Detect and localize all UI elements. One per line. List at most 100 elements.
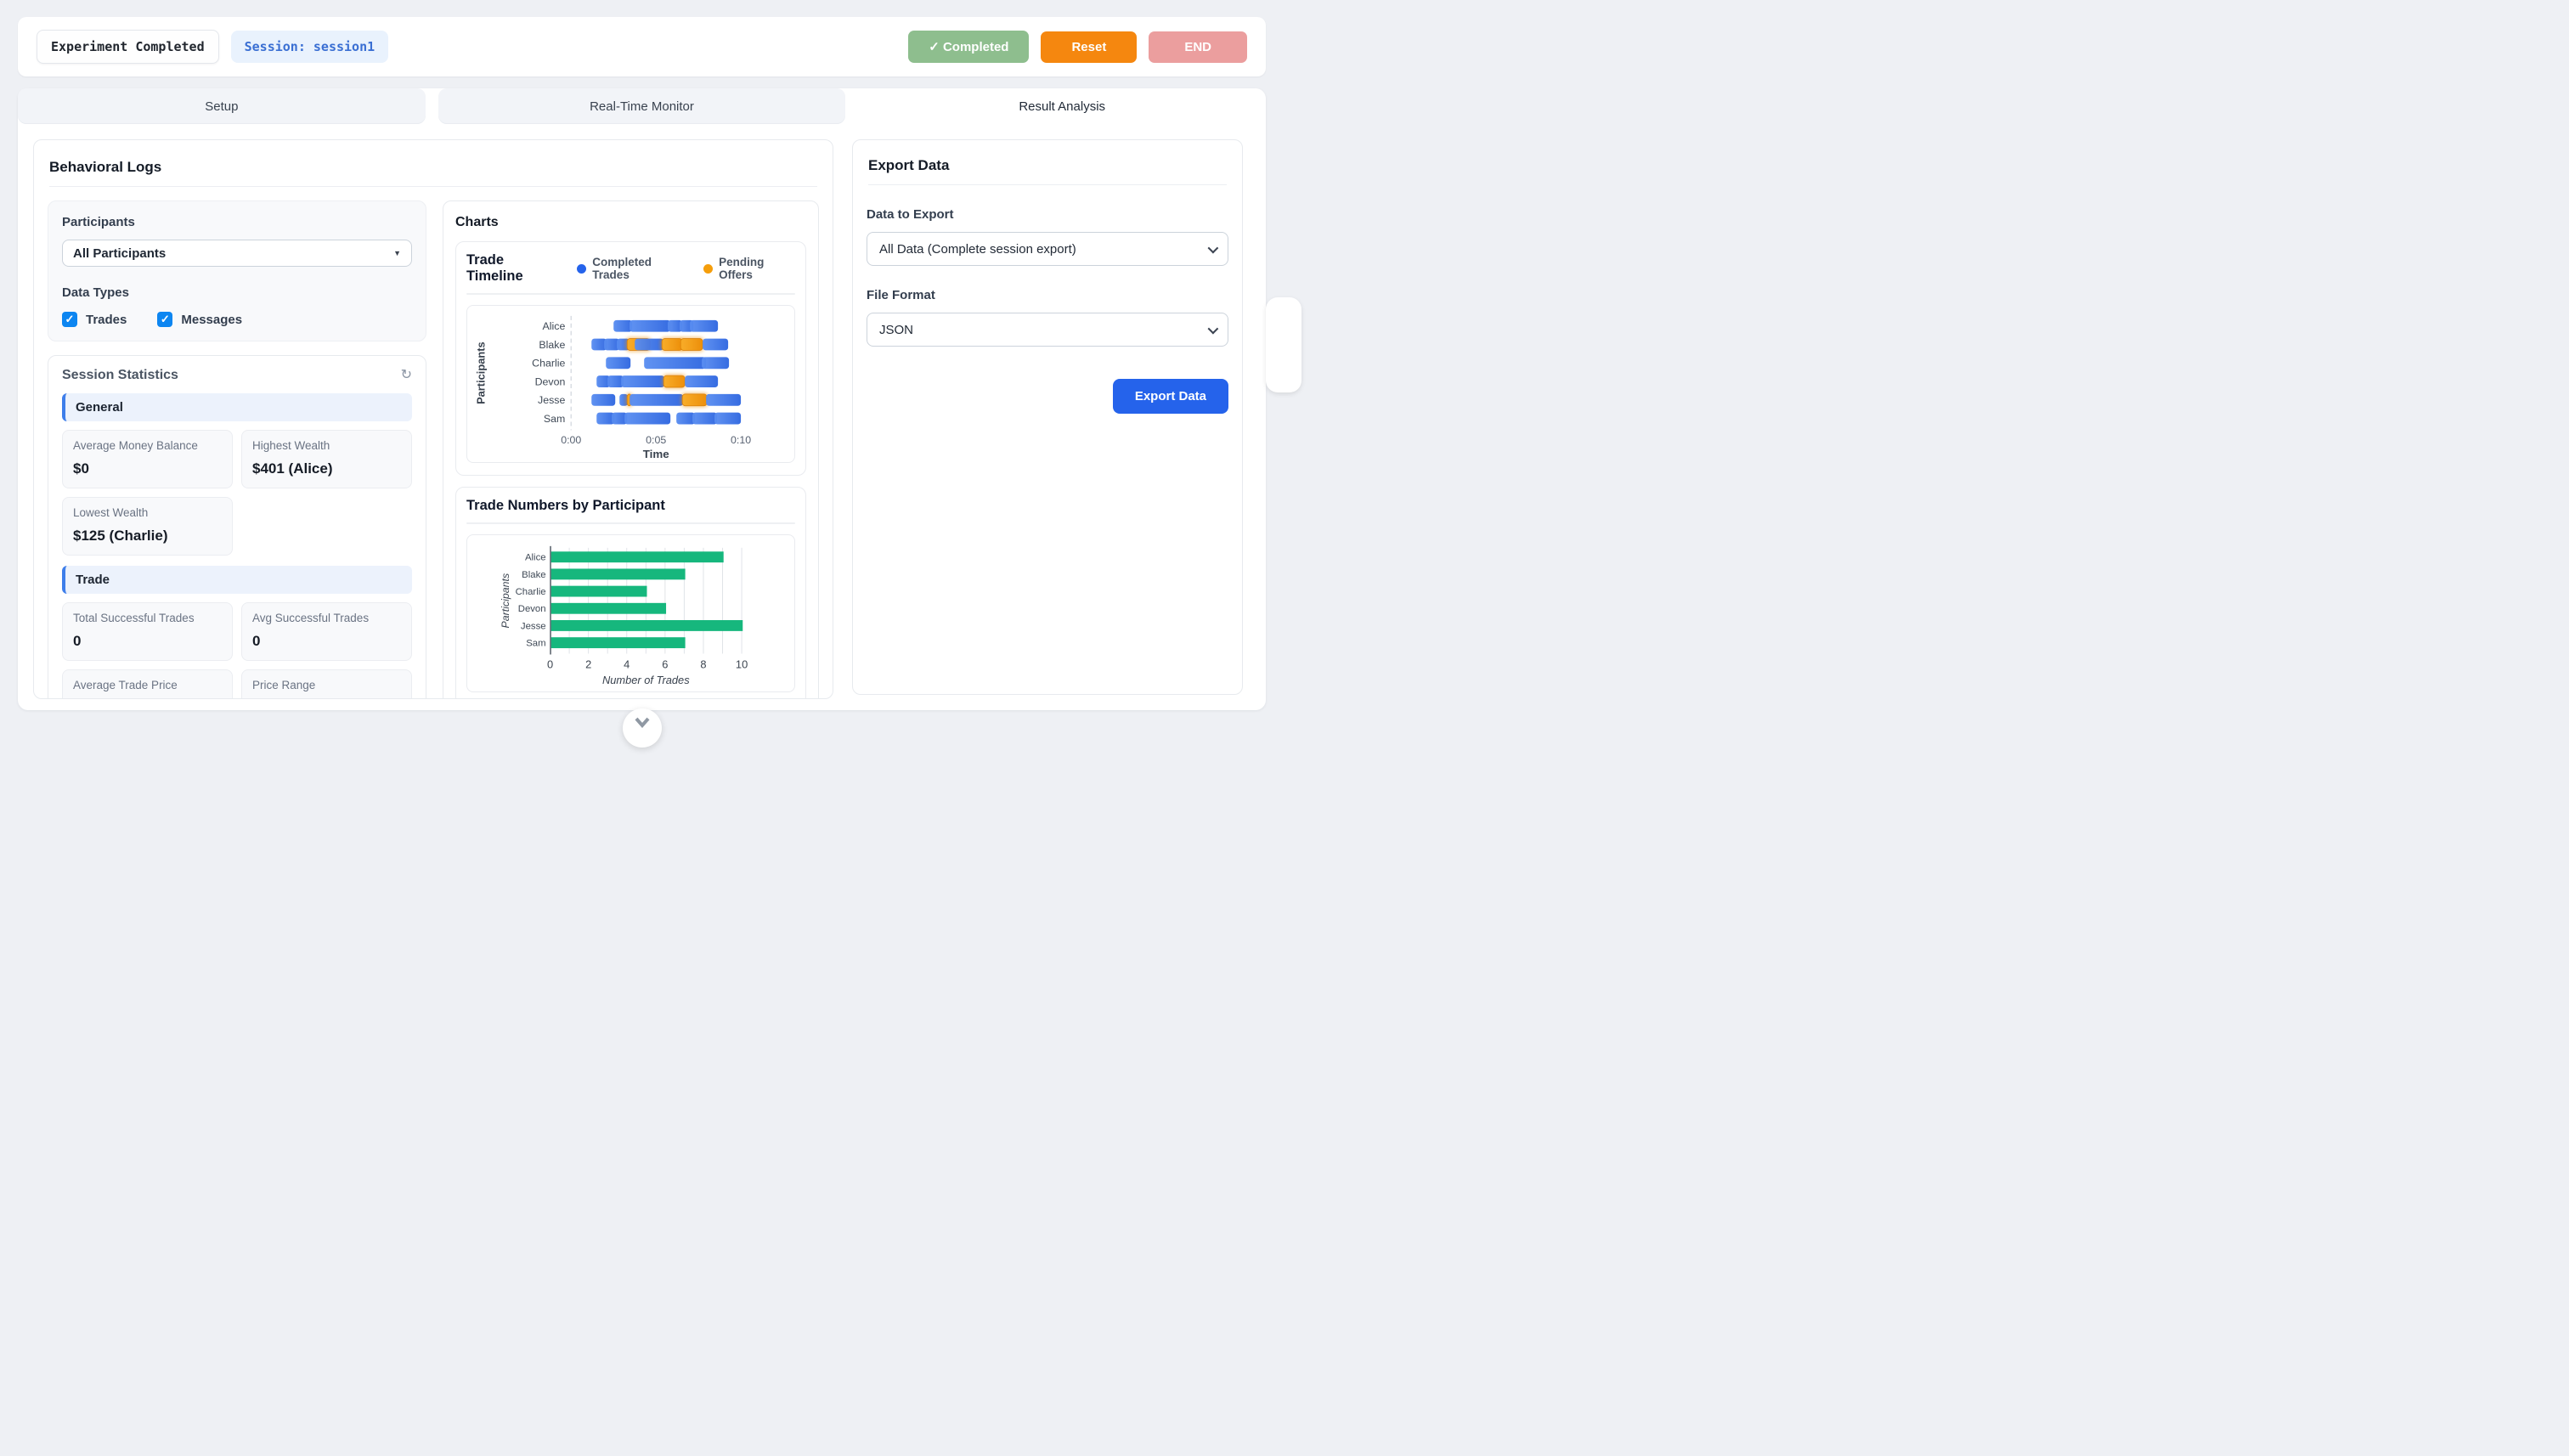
data-to-export-select[interactable]: All Data (Complete session export)	[867, 232, 1228, 266]
divider	[49, 186, 817, 187]
scroll-down-button[interactable]	[623, 708, 662, 748]
svg-text:Sam: Sam	[526, 639, 545, 649]
legend-label: Pending Offers	[719, 256, 795, 281]
session-statistics-title: Session Statistics	[62, 368, 178, 383]
legend-completed-trades: Completed Trades	[577, 256, 685, 281]
svg-text:Number of Trades: Number of Trades	[602, 674, 690, 686]
data-types-label: Data Types	[62, 285, 412, 300]
participants-filter-box: Participants All Participants ▼ Data Typ…	[48, 200, 426, 341]
stat-value: $0	[73, 460, 222, 477]
reset-button[interactable]: Reset	[1041, 31, 1137, 63]
stat-price-range: Price Range $0 - $0	[241, 669, 412, 699]
stat-value: 0	[73, 633, 222, 650]
file-format-select[interactable]: JSON	[867, 313, 1228, 347]
stat-highest-wealth: Highest Wealth $401 (Alice)	[241, 430, 412, 488]
messages-checkbox-label: Messages	[181, 313, 242, 327]
trades-checkbox-label: Trades	[86, 313, 127, 327]
stat-value: 0	[252, 633, 401, 650]
charts-card: Charts Trade Timeline Completed Trades P…	[443, 200, 819, 699]
svg-text:Charlie: Charlie	[532, 358, 565, 370]
trade-timeline-title: Trade Timeline	[466, 252, 558, 285]
main-panel: Setup Real-Time Monitor Result Analysis …	[18, 88, 1266, 710]
svg-text:8: 8	[700, 657, 706, 670]
svg-text:0:10: 0:10	[731, 434, 751, 446]
svg-text:0: 0	[547, 657, 553, 670]
svg-text:Alice: Alice	[543, 320, 566, 332]
svg-text:2: 2	[585, 657, 591, 670]
svg-text:0:00: 0:00	[561, 434, 581, 446]
export-data-title: Export Data	[868, 157, 1227, 174]
session-badge: Session: session1	[231, 31, 389, 63]
stat-avg-successful-trades: Avg Successful Trades 0	[241, 602, 412, 661]
stat-label: Highest Wealth	[252, 439, 401, 452]
completed-trades-dot-icon	[577, 264, 586, 274]
svg-text:Alice: Alice	[525, 553, 546, 563]
svg-text:Sam: Sam	[544, 413, 565, 425]
svg-text:4: 4	[624, 657, 630, 670]
export-data-card: Export Data Data to Export All Data (Com…	[852, 139, 1243, 695]
stat-average-trade-price: Average Trade Price $37	[62, 669, 233, 699]
end-button[interactable]: END	[1149, 31, 1247, 63]
refresh-icon[interactable]: ↻	[401, 369, 412, 382]
chevron-down-icon	[1208, 242, 1219, 253]
divider	[868, 184, 1227, 185]
divider	[466, 522, 795, 524]
trade-numbers-chart-box: Alice Blake Charlie Devon Jesse Sam Participan…	[466, 534, 795, 692]
svg-text:6: 6	[662, 657, 668, 670]
experiment-status-badge: Experiment Completed	[37, 30, 219, 64]
trade-numbers-title: Trade Numbers by Participant	[466, 498, 665, 514]
legend-pending-offers: Pending Offers	[703, 256, 795, 281]
top-actions: ✓ Completed Reset END	[908, 31, 1247, 63]
data-to-export-value: All Data (Complete session export)	[879, 242, 1076, 257]
svg-text:Jesse: Jesse	[521, 621, 546, 631]
file-format-value: JSON	[879, 323, 913, 337]
session-statistics-card: Session Statistics ↻ General Average Mon…	[48, 355, 426, 699]
svg-text:Participants: Participants	[500, 573, 511, 629]
checkbox-checked-icon[interactable]: ✓	[157, 312, 172, 327]
trades-checkbox[interactable]: ✓ Trades	[62, 312, 127, 327]
checkbox-checked-icon[interactable]: ✓	[62, 312, 77, 327]
tab-real-time-monitor[interactable]: Real-Time Monitor	[438, 88, 846, 124]
completed-status-button[interactable]: ✓ Completed	[908, 31, 1029, 63]
stats-section-trade: Trade	[62, 566, 412, 594]
charts-title: Charts	[455, 215, 806, 230]
stat-label: Lowest Wealth	[73, 506, 222, 519]
svg-text:Time: Time	[643, 448, 669, 460]
tab-result-analysis[interactable]: Result Analysis	[858, 88, 1266, 124]
stat-lowest-wealth: Lowest Wealth $125 (Charlie)	[62, 497, 233, 556]
tab-setup[interactable]: Setup	[18, 88, 426, 124]
dropdown-arrow-icon: ▼	[393, 249, 401, 257]
file-format-label: File Format	[867, 288, 1228, 302]
top-bar: Experiment Completed Session: session1 ✓…	[18, 17, 1266, 76]
svg-text:Blake: Blake	[522, 570, 545, 580]
svg-text:Devon: Devon	[518, 604, 546, 614]
svg-text:Devon: Devon	[535, 375, 566, 387]
scrollbar-thumb[interactable]	[1266, 297, 1301, 392]
participants-label: Participants	[62, 215, 412, 229]
stat-label: Average Trade Price	[73, 679, 222, 691]
behavioral-logs-card: Behavioral Logs Participants All Partici…	[33, 139, 833, 699]
svg-text:Blake: Blake	[539, 339, 565, 351]
svg-text:0:05: 0:05	[646, 434, 666, 446]
export-data-button[interactable]: Export Data	[1113, 379, 1228, 414]
trade-numbers-card: Trade Numbers by Participant Alice Blake C…	[455, 487, 806, 699]
participants-select[interactable]: All Participants ▼	[62, 240, 412, 267]
pending-offers-dot-icon	[703, 264, 713, 274]
svg-text:Charlie: Charlie	[516, 587, 546, 597]
stat-average-money-balance: Average Money Balance $0	[62, 430, 233, 488]
svg-text:10: 10	[736, 657, 748, 670]
stats-section-general: General	[62, 393, 412, 421]
participants-select-value: All Participants	[73, 246, 166, 261]
svg-text:Jesse: Jesse	[538, 394, 565, 406]
tab-bar: Setup Real-Time Monitor Result Analysis	[18, 88, 1266, 124]
legend-label: Completed Trades	[592, 256, 685, 281]
data-to-export-label: Data to Export	[867, 207, 1228, 222]
stat-total-successful-trades: Total Successful Trades 0	[62, 602, 233, 661]
svg-text:Participants: Participants	[474, 341, 487, 404]
check-icon: ✓	[929, 40, 940, 54]
messages-checkbox[interactable]: ✓ Messages	[157, 312, 242, 327]
stat-label: Total Successful Trades	[73, 612, 222, 624]
stat-value: $125 (Charlie)	[73, 528, 222, 545]
stat-value: $401 (Alice)	[252, 460, 401, 477]
trade-timeline-card: Trade Timeline Completed Trades Pending …	[455, 241, 806, 476]
